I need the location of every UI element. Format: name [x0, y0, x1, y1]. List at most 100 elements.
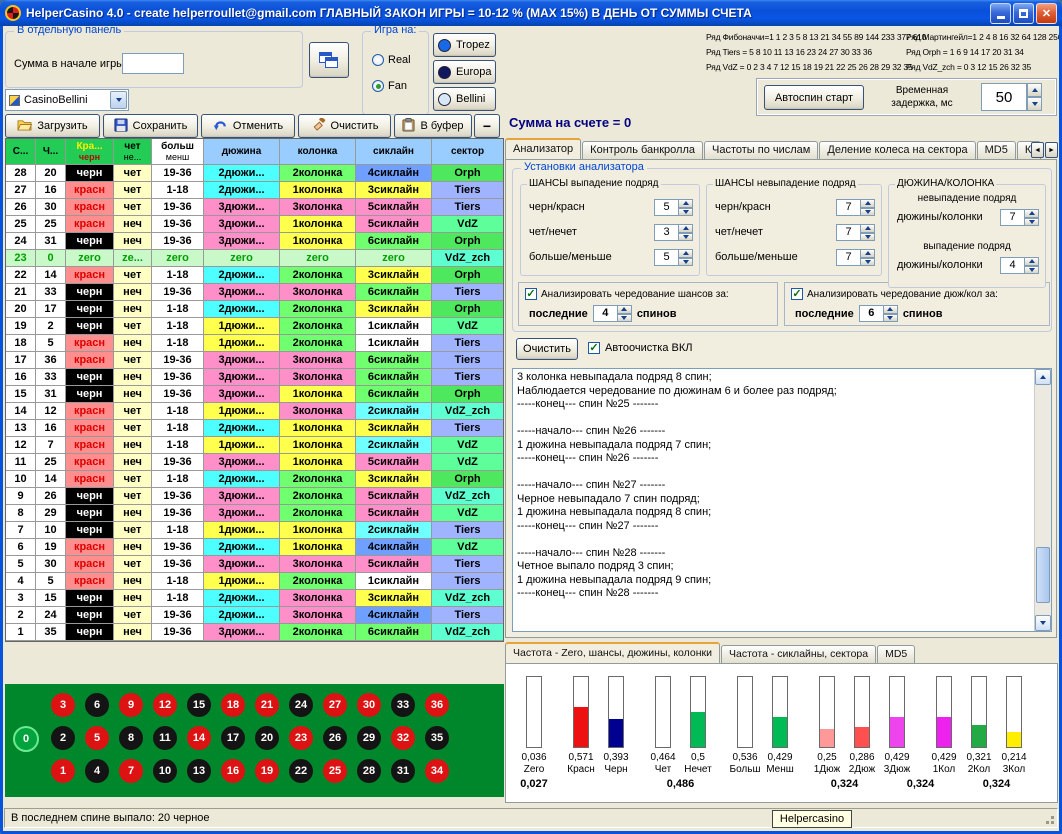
board-number-9[interactable]: 9: [119, 693, 143, 717]
scroll-thumb[interactable]: [1036, 547, 1050, 603]
alt-dozens-spinner-up[interactable]: [884, 305, 898, 314]
delay-input[interactable]: 50: [981, 83, 1027, 111]
board-number-16[interactable]: 16: [221, 759, 245, 783]
analyzer-spinner-value[interactable]: 7: [1000, 209, 1025, 226]
table-row[interactable]: 530краснчет19-363дюжи...3колонка5сиклайн…: [6, 556, 503, 573]
analyzer-spinner-up[interactable]: [861, 199, 875, 208]
to-buffer-button[interactable]: В буфер: [394, 114, 472, 138]
table-row[interactable]: 2630краснчет19-363дюжи...3колонка5сиклай…: [6, 199, 503, 216]
table-row[interactable]: 1531черннеч19-363дюжи...1колонка6сиклайн…: [6, 386, 503, 403]
analyzer-spinner-up[interactable]: [679, 224, 693, 233]
analyzer-spinner[interactable]: 3: [654, 224, 693, 241]
board-number-6[interactable]: 6: [85, 693, 109, 717]
alt-chances-spinner-up[interactable]: [618, 305, 632, 314]
board-number-4[interactable]: 4: [85, 759, 109, 783]
analyzer-spinner-value[interactable]: 4: [1000, 257, 1025, 274]
board-number-25[interactable]: 25: [323, 759, 347, 783]
table-row[interactable]: 315черннеч1-182дюжи...3колонка3сиклайнVd…: [6, 590, 503, 607]
analyzer-log[interactable]: 3 колонка невыпадала подряд 8 спин; Набл…: [512, 368, 1052, 632]
table-row[interactable]: 185красннеч1-181дюжи...2колонка1сиклайнT…: [6, 335, 503, 352]
tab-scroll-right-button[interactable]: ►: [1045, 142, 1058, 158]
analyzer-spinner-up[interactable]: [861, 249, 875, 258]
tab-scroll-left-button[interactable]: ◄: [1031, 142, 1044, 158]
alt-dozens-spinner[interactable]: 6: [859, 305, 898, 322]
board-number-17[interactable]: 17: [221, 726, 245, 750]
board-number-7[interactable]: 7: [119, 759, 143, 783]
load-button[interactable]: Загрузить: [5, 114, 100, 138]
table-row[interactable]: 619красннеч19-362дюжи...1колонка4сиклайн…: [6, 539, 503, 556]
clear-button[interactable]: Очистить: [516, 338, 578, 360]
board-number-11[interactable]: 11: [153, 726, 177, 750]
analyzer-spinner-up[interactable]: [679, 249, 693, 258]
analyzer-spinner-down[interactable]: [679, 233, 693, 242]
board-number-36[interactable]: 36: [425, 693, 449, 717]
maximize-button[interactable]: [1013, 3, 1034, 24]
analyzer-spinner-down[interactable]: [679, 208, 693, 217]
table-row[interactable]: 1633черннеч19-363дюжи...3колонка6сиклайн…: [6, 369, 503, 386]
clear-table-button[interactable]: Очистить: [298, 114, 391, 138]
autospin-start-button[interactable]: Автоспин старт: [764, 85, 864, 110]
casino-combobox[interactable]: CasinoBellini: [5, 89, 129, 111]
combo-dropdown-button[interactable]: [110, 91, 127, 109]
analyzer-spinner-value[interactable]: 5: [654, 199, 679, 216]
autoclear-checkbox[interactable]: ✓ Автоочистка ВКЛ: [588, 342, 692, 354]
table-row[interactable]: 829черннеч19-363дюжи...2колонка5сиклайнV…: [6, 505, 503, 522]
analyzer-spinner-down[interactable]: [861, 233, 875, 242]
analyzer-spinner[interactable]: 5: [654, 199, 693, 216]
board-number-22[interactable]: 22: [289, 759, 313, 783]
radio-real[interactable]: Real: [372, 54, 411, 66]
alternation-dozens-checkbox[interactable]: ✓: [791, 288, 803, 300]
table-row[interactable]: 2214краснчет1-182дюжи...2колонка3сиклайн…: [6, 267, 503, 284]
main-tab-2[interactable]: Контроль банкролла: [582, 141, 703, 159]
analyzer-spinner-down[interactable]: [861, 208, 875, 217]
board-number-2[interactable]: 2: [51, 726, 75, 750]
board-number-1[interactable]: 1: [51, 759, 75, 783]
table-row[interactable]: 224чернчет19-362дюжи...3колонка4сиклайнT…: [6, 607, 503, 624]
board-number-32[interactable]: 32: [391, 726, 415, 750]
board-number-14[interactable]: 14: [187, 726, 211, 750]
save-button[interactable]: Сохранить: [103, 114, 198, 138]
analyzer-spinner-up[interactable]: [861, 224, 875, 233]
analyzer-spinner-value[interactable]: 7: [836, 224, 861, 241]
undo-button[interactable]: Отменить: [201, 114, 295, 138]
analyzer-spinner-up[interactable]: [1025, 209, 1039, 218]
alt-dozens-spinner-value[interactable]: 6: [859, 305, 884, 322]
board-number-15[interactable]: 15: [187, 693, 211, 717]
table-row[interactable]: 192чернчет1-181дюжи...2колонка1сиклайнVd…: [6, 318, 503, 335]
main-tab-5[interactable]: MD5: [977, 141, 1016, 159]
board-number-19[interactable]: 19: [255, 759, 279, 783]
main-tab-1[interactable]: Анализатор: [505, 138, 581, 159]
table-row[interactable]: 1316краснчет1-182дюжи...1колонка3сиклайн…: [6, 420, 503, 437]
board-number-33[interactable]: 33: [391, 693, 415, 717]
analyzer-spinner-down[interactable]: [679, 258, 693, 267]
board-number-28[interactable]: 28: [357, 759, 381, 783]
table-row[interactable]: 1125красннеч19-363дюжи...1колонка5сиклай…: [6, 454, 503, 471]
analyzer-spinner[interactable]: 7: [836, 249, 875, 266]
delay-spin-up[interactable]: [1027, 83, 1042, 97]
analyzer-spinner-value[interactable]: 7: [836, 199, 861, 216]
board-number-26[interactable]: 26: [323, 726, 347, 750]
table-row[interactable]: 2716краснчет1-182дюжи...1колонка3сиклайн…: [6, 182, 503, 199]
minimize-button[interactable]: [990, 3, 1011, 24]
board-number-20[interactable]: 20: [255, 726, 279, 750]
table-row[interactable]: 2431черннеч19-363дюжи...1колонка6сиклайн…: [6, 233, 503, 250]
analyzer-spinner[interactable]: 4: [1000, 257, 1039, 274]
board-number-21[interactable]: 21: [255, 693, 279, 717]
board-number-13[interactable]: 13: [187, 759, 211, 783]
table-row[interactable]: 2525красннеч19-363дюжи...1колонка5сиклай…: [6, 216, 503, 233]
alt-chances-spinner[interactable]: 4: [593, 305, 632, 322]
analyzer-spinner-value[interactable]: 3: [654, 224, 679, 241]
table-row[interactable]: 1014краснчет1-182дюжи...2колонка3сиклайн…: [6, 471, 503, 488]
board-number-30[interactable]: 30: [357, 693, 381, 717]
alternation-chances-checkbox[interactable]: ✓: [525, 288, 537, 300]
alt-chances-spinner-value[interactable]: 4: [593, 305, 618, 322]
analyzer-spinner-up[interactable]: [679, 199, 693, 208]
delay-spin-down[interactable]: [1027, 97, 1042, 111]
board-number-10[interactable]: 10: [153, 759, 177, 783]
main-tab-4[interactable]: Деление колеса на сектора: [819, 141, 975, 159]
table-row[interactable]: 710чернчет1-181дюжи...1колонка2сиклайнTi…: [6, 522, 503, 539]
chart-tab-1[interactable]: Частота - Zero, шансы, дюжины, колонки: [505, 642, 720, 663]
board-number-24[interactable]: 24: [289, 693, 313, 717]
table-row[interactable]: 2017черннеч1-182дюжи...2колонка3сиклайнO…: [6, 301, 503, 318]
board-number-35[interactable]: 35: [425, 726, 449, 750]
